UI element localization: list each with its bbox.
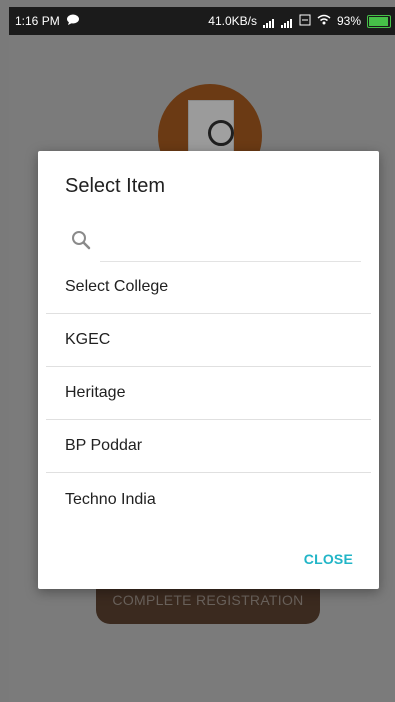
- network-speed: 41.0KB/s: [208, 14, 257, 28]
- list-item[interactable]: BP Poddar: [46, 420, 371, 473]
- list-item[interactable]: Select College: [46, 261, 371, 314]
- close-button[interactable]: CLOSE: [304, 551, 353, 567]
- battery-icon: [367, 14, 391, 28]
- battery-percent: 93%: [336, 14, 361, 28]
- select-item-dialog: Select Item Select College KGEC Heritage…: [38, 151, 379, 589]
- signal-icon-2: [280, 14, 293, 28]
- list-item[interactable]: KGEC: [46, 314, 371, 367]
- clock: 1:16 PM: [15, 14, 60, 28]
- status-bar: 1:16 PM 41.0KB/s 93%: [9, 7, 395, 35]
- chat-notification-icon: [66, 14, 80, 29]
- search-row: [65, 220, 361, 262]
- search-icon: [69, 228, 93, 252]
- signal-icon: [262, 14, 275, 28]
- volte-icon: [299, 14, 311, 29]
- phone-screen: 1:16 PM 41.0KB/s 93% COMPLETE REGISTRATI…: [0, 0, 395, 702]
- wifi-icon: [317, 14, 331, 28]
- list-item[interactable]: Heritage: [46, 367, 371, 420]
- search-input[interactable]: [100, 230, 361, 262]
- list-item[interactable]: Techno India: [46, 473, 371, 526]
- dialog-title: Select Item: [65, 175, 166, 197]
- college-list: Select College KGEC Heritage BP Poddar T…: [46, 261, 371, 526]
